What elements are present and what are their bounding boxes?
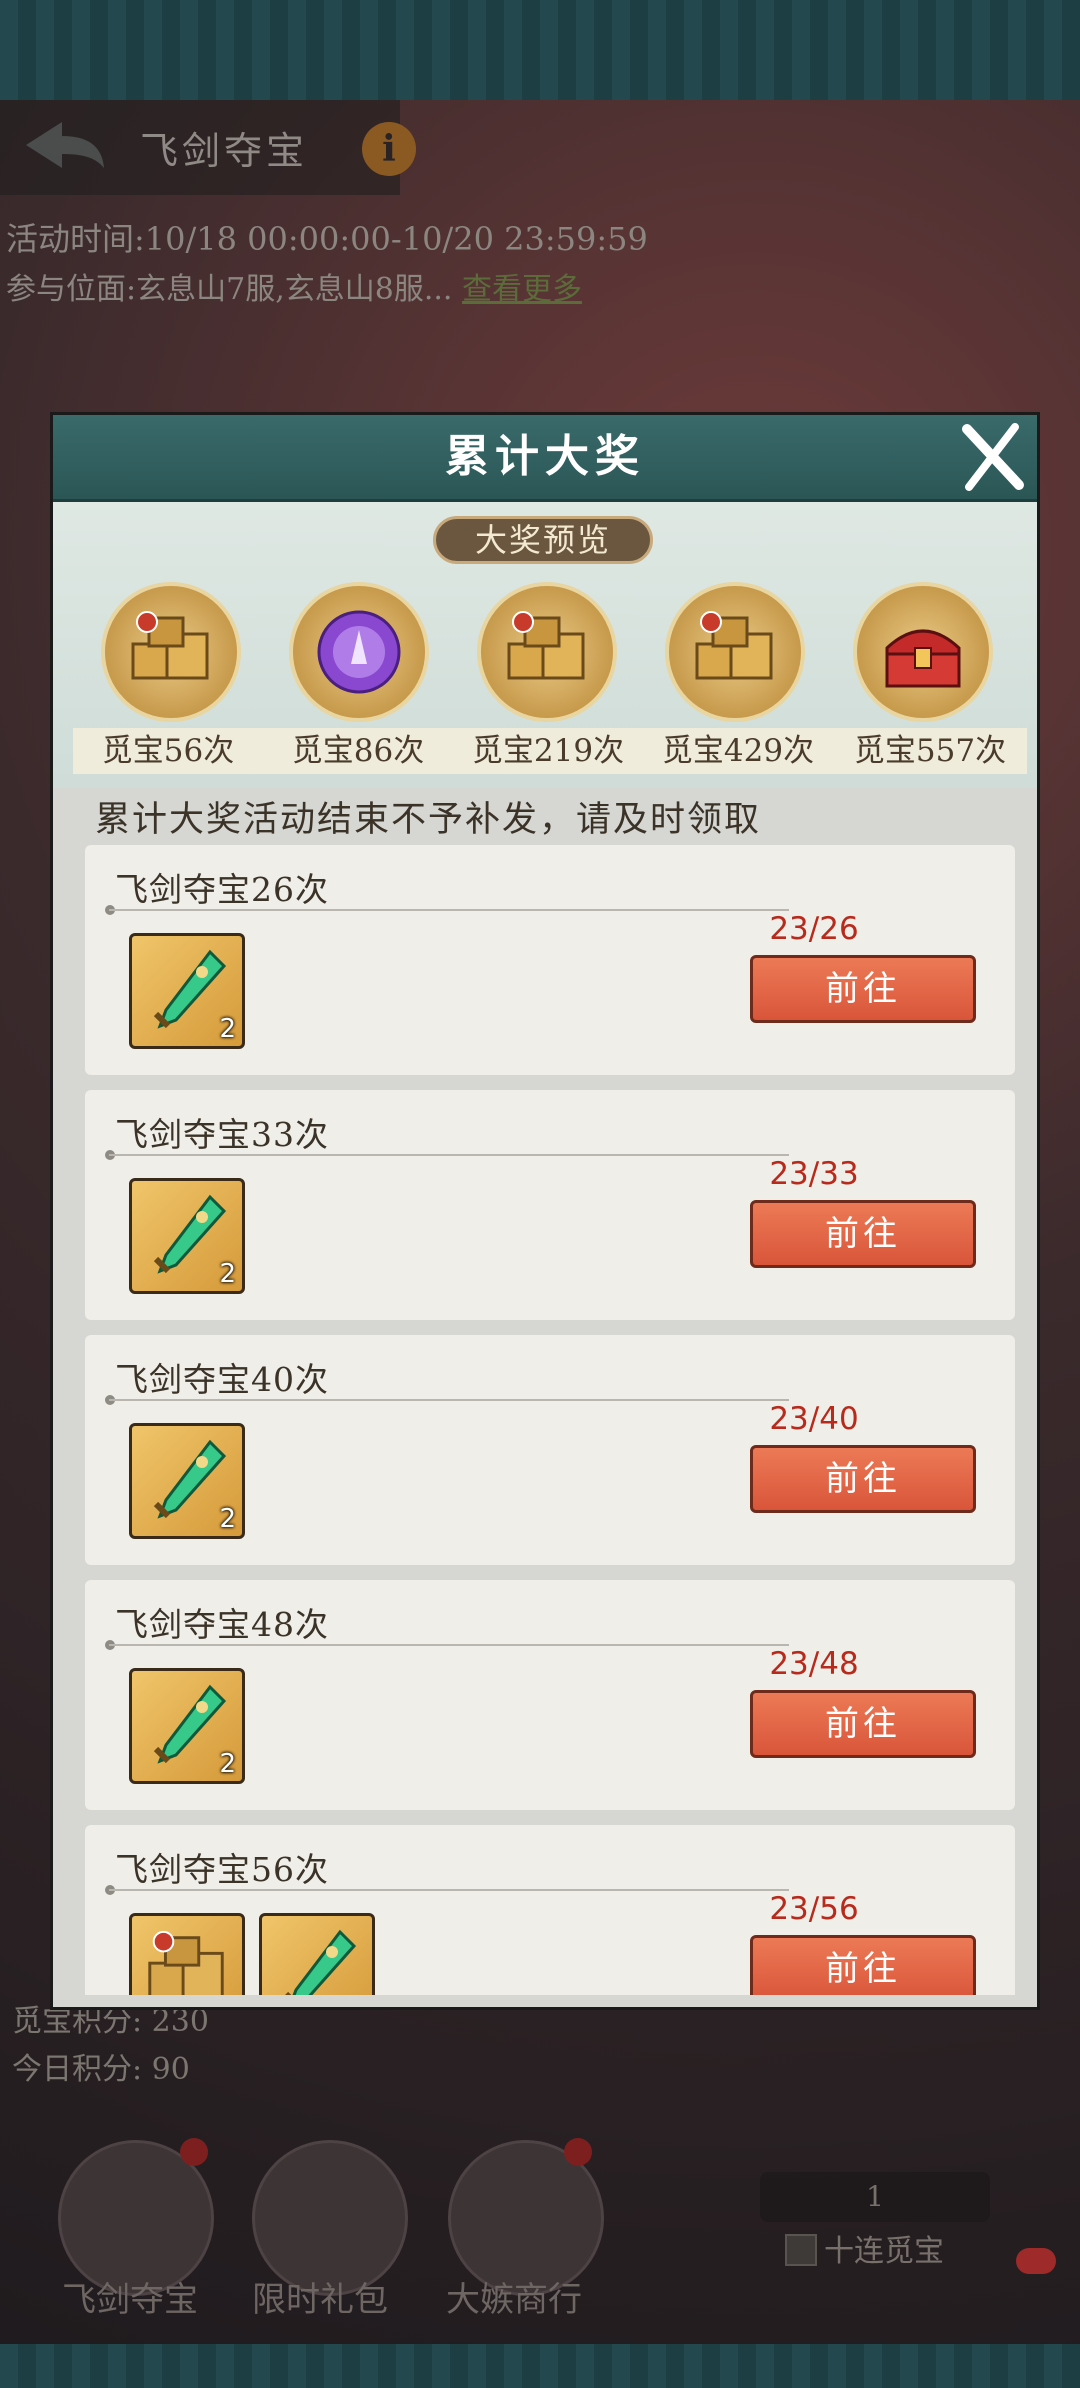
item-quantity: 2 (219, 1749, 236, 1779)
golden-treasure-boxes-icon (131, 611, 209, 680)
reward-item[interactable]: 2 (129, 1178, 245, 1294)
task-list[interactable]: 飞剑夺宝26次 2 23/26 前往 飞剑夺宝33次 2 23/33 前往 飞剑… (85, 845, 1015, 1995)
task-title: 飞剑夺宝48次 (115, 1605, 329, 1644)
prize-item[interactable] (665, 582, 813, 722)
list-item: 飞剑夺宝33次 2 23/33 前往 (85, 1090, 1015, 1320)
dialog-header: 累计大奖 (53, 415, 1037, 502)
task-title: 飞剑夺宝56次 (115, 1850, 329, 1889)
red-treasure-chest-icon (885, 629, 961, 688)
servers-text: 参与位面:玄息山7服,玄息山8服... (6, 272, 453, 307)
close-icon[interactable] (953, 419, 1029, 495)
go-button[interactable]: 前往 (750, 1445, 976, 1513)
prize-item[interactable] (477, 582, 625, 722)
task-title: 飞剑夺宝40次 (115, 1360, 329, 1399)
prize-item[interactable] (101, 582, 249, 722)
dialog-title: 累计大奖 (445, 431, 645, 482)
reward-item[interactable]: 2 (129, 1668, 245, 1784)
claim-notice: 累计大奖活动结束不予补发，请及时领取 (95, 800, 762, 840)
participating-servers: 参与位面:玄息山7服,玄息山8服... 查看更多 (6, 264, 582, 308)
reward-item[interactable]: 2 (129, 1423, 245, 1539)
view-more-link[interactable]: 查看更多 (462, 272, 582, 307)
divider (109, 1889, 789, 1891)
prize-label: 觅宝86次 (263, 728, 453, 774)
golden-treasure-boxes-icon (695, 611, 773, 680)
tab-merchant-label[interactable]: 大嫉商行 (446, 2272, 582, 2321)
cumulative-prize-dialog: 累计大奖 大奖预览 觅宝56次 觅宝86次 觅宝219次 觅宝429次 觅宝55… (50, 412, 1040, 2010)
divider (109, 909, 789, 911)
list-item: 飞剑夺宝48次 2 23/48 前往 (85, 1580, 1015, 1810)
tab-limited-gift-label[interactable]: 限时礼包 (252, 2272, 388, 2321)
divider (109, 1399, 789, 1401)
reward-item[interactable] (259, 1913, 375, 1995)
quantity-stepper[interactable]: 1 (760, 2172, 990, 2222)
activity-time: 活动时间:10/18 00:00:00-10/20 23:59:59 (6, 220, 648, 258)
ten-draw-checkbox[interactable] (785, 2234, 817, 2266)
chat-bubble-icon[interactable] (1016, 2248, 1056, 2274)
prize-label: 觅宝557次 (833, 728, 1027, 774)
divider (109, 1644, 789, 1646)
prize-label: 觅宝56次 (73, 728, 263, 774)
back-arrow-icon[interactable] (22, 118, 108, 172)
ten-draw-label: 十连觅宝 (824, 2234, 944, 2269)
bottom-decor-band (0, 2344, 1080, 2388)
golden-treasure-boxes-icon (507, 611, 585, 680)
info-icon[interactable]: i (362, 122, 416, 176)
jade-sword-icon (285, 1929, 357, 1995)
golden-treasure-boxes-icon (148, 1930, 224, 1995)
task-title: 飞剑夺宝33次 (115, 1115, 329, 1154)
prize-item[interactable] (853, 582, 1001, 722)
prize-item[interactable] (289, 582, 437, 722)
prize-preview-label: 大奖预览 (433, 516, 653, 564)
purple-orb-icon (317, 610, 401, 694)
quantity-value: 1 (866, 2180, 884, 2213)
task-progress: 23/33 (769, 1156, 859, 1192)
tab-flying-sword-label[interactable]: 飞剑夺宝 (62, 2272, 198, 2321)
go-button[interactable]: 前往 (750, 955, 976, 1023)
item-quantity: 2 (219, 1014, 236, 1044)
task-progress: 23/56 (769, 1891, 859, 1927)
notification-dot (180, 2138, 208, 2166)
go-button[interactable]: 前往 (750, 1200, 976, 1268)
go-button[interactable]: 前往 (750, 1690, 976, 1758)
background-page-title: 飞剑夺宝 (140, 129, 309, 173)
notification-dot (564, 2138, 592, 2166)
grand-prize-preview: 大奖预览 觅宝56次 觅宝86次 觅宝219次 觅宝429次 觅宝557次 (53, 502, 1037, 788)
list-item: 飞剑夺宝26次 2 23/26 前往 (85, 845, 1015, 1075)
prize-label: 觅宝219次 (453, 728, 643, 774)
top-decor-band (0, 0, 1080, 100)
prize-label: 觅宝429次 (643, 728, 833, 774)
task-progress: 23/48 (769, 1646, 859, 1682)
today-score: 今日积分: 90 (12, 2052, 190, 2087)
task-title: 飞剑夺宝26次 (115, 870, 329, 909)
item-quantity: 2 (219, 1504, 236, 1534)
task-progress: 23/26 (769, 911, 859, 947)
go-button[interactable]: 前往 (750, 1935, 976, 1995)
divider (109, 1154, 789, 1156)
item-quantity: 2 (219, 1259, 236, 1289)
reward-item[interactable]: 2 (129, 933, 245, 1049)
list-item: 飞剑夺宝56次 23/56 前往 (85, 1825, 1015, 1995)
list-item: 飞剑夺宝40次 2 23/40 前往 (85, 1335, 1015, 1565)
task-progress: 23/40 (769, 1401, 859, 1437)
reward-item[interactable] (129, 1913, 245, 1995)
